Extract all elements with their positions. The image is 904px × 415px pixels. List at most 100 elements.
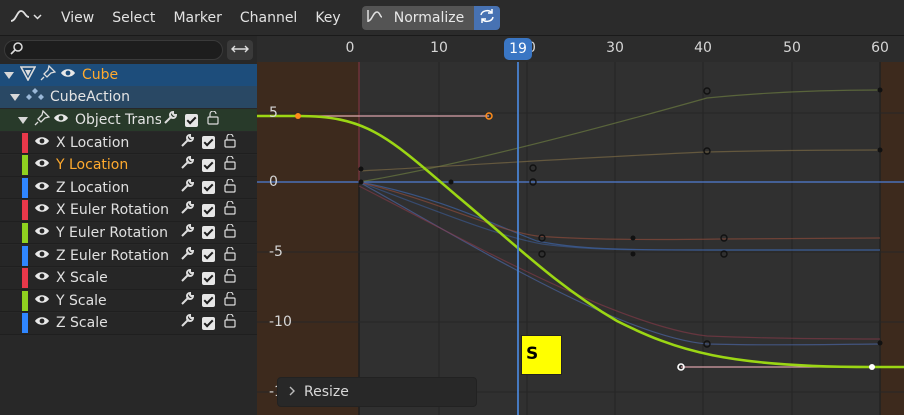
channel-action[interactable]: CubeAction [0, 86, 257, 108]
editor-type-selector[interactable] [4, 5, 46, 31]
channel-region: Cube CubeAction Object Transf X Location… [0, 36, 257, 415]
eye-icon[interactable] [34, 225, 50, 241]
mute-checkbox[interactable] [202, 271, 215, 285]
mute-checkbox[interactable] [202, 203, 215, 217]
lock-icon[interactable] [223, 132, 237, 152]
keyframe-point [630, 251, 636, 257]
wrench-icon[interactable] [180, 269, 195, 287]
expand-triangle-icon[interactable] [18, 116, 28, 124]
expand-triangle-icon[interactable] [4, 71, 14, 79]
keyframe-point [877, 340, 883, 346]
eye-icon[interactable] [34, 270, 50, 286]
normalize-refresh-button[interactable] [474, 5, 501, 30]
wrench-icon[interactable] [163, 110, 178, 129]
channel-row[interactable]: Z Location [0, 177, 257, 200]
frame-label-50: 50 [783, 40, 801, 56]
normalize-icon [366, 8, 384, 28]
channel-label: Z Scale [56, 315, 108, 332]
lock-icon[interactable] [223, 245, 237, 265]
menu-select[interactable]: Select [103, 0, 164, 36]
eye-icon[interactable] [34, 315, 50, 331]
chevron-down-icon [32, 10, 42, 25]
menu-channel[interactable]: Channel [231, 0, 306, 36]
channel-object-cube[interactable]: Cube [0, 64, 257, 86]
channel-row[interactable]: Z Euler Rotation [0, 245, 257, 267]
pin-icon[interactable] [34, 109, 51, 130]
wrench-icon[interactable] [180, 223, 195, 242]
wrench-icon[interactable] [180, 178, 195, 197]
object-label: Cube [82, 67, 119, 83]
graph-editor-icon [9, 8, 31, 28]
channel-row[interactable]: Y Location [0, 154, 257, 177]
keyframe-point [630, 235, 636, 241]
swap-filter-button[interactable] [227, 40, 253, 60]
chevron-right-icon [288, 384, 296, 400]
pin-icon[interactable] [40, 64, 57, 85]
wrench-icon[interactable] [180, 246, 195, 265]
value-label-5: 5 [269, 105, 278, 121]
eye-icon[interactable] [60, 67, 76, 83]
graph-canvas[interactable] [257, 36, 904, 415]
mute-checkbox[interactable] [202, 226, 215, 240]
lock-icon[interactable] [223, 155, 237, 174]
menu-view[interactable]: View [52, 0, 103, 36]
channel-label: Z Euler Rotation [56, 247, 170, 264]
channel-row[interactable]: X Scale [0, 267, 257, 290]
wrench-icon[interactable] [180, 314, 195, 332]
mute-checkbox[interactable] [202, 181, 215, 195]
channel-search-input[interactable] [4, 40, 223, 60]
menu-key[interactable]: Key [306, 0, 349, 36]
lock-icon[interactable] [223, 313, 237, 332]
group-label: Object Transf [75, 112, 161, 128]
keyframe-point [358, 179, 364, 185]
mute-checkbox[interactable] [202, 158, 215, 172]
wrench-icon[interactable] [180, 156, 195, 174]
lock-icon[interactable] [223, 223, 237, 242]
channel-row[interactable]: Y Euler Rotation [0, 222, 257, 245]
channel-row[interactable]: Y Scale [0, 290, 257, 313]
wrench-icon[interactable] [180, 133, 195, 152]
wrench-icon[interactable] [180, 291, 195, 310]
menu-marker[interactable]: Marker [164, 0, 230, 36]
channel-color-bar [22, 200, 28, 221]
handle-point [720, 234, 728, 242]
wrench-icon[interactable] [180, 201, 195, 219]
mute-checkbox[interactable] [202, 136, 215, 149]
frame-ruler[interactable]: 0 10 20 30 40 50 60 19 [257, 36, 904, 62]
current-frame-indicator[interactable]: 19 [504, 38, 532, 60]
lock-icon[interactable] [223, 200, 237, 219]
lock-icon[interactable] [223, 178, 237, 197]
expand-triangle-icon[interactable] [10, 93, 20, 101]
operator-panel-resize[interactable]: Resize [277, 377, 477, 407]
mute-checkbox[interactable] [185, 113, 198, 127]
frame-label-40: 40 [694, 40, 712, 56]
handle-point [529, 164, 537, 172]
mute-checkbox[interactable] [202, 294, 215, 308]
eye-icon[interactable] [34, 157, 50, 173]
eye-icon[interactable] [34, 293, 50, 309]
mute-checkbox[interactable] [202, 316, 215, 330]
eye-icon[interactable] [34, 135, 50, 151]
keyframe-point [358, 166, 364, 172]
channel-group-object-transforms[interactable]: Object Transf [0, 109, 257, 131]
value-label-0: 0 [269, 174, 278, 190]
out-of-range-right [880, 62, 904, 415]
channel-row[interactable]: X Location [0, 132, 257, 154]
eye-icon[interactable] [34, 202, 50, 218]
lock-icon[interactable] [223, 291, 237, 310]
channel-row[interactable]: Z Scale [0, 312, 257, 335]
frame-label-60: 60 [871, 40, 889, 56]
graph-region[interactable]: 0 10 20 30 40 50 60 19 5 0 -5 -10 -1 S R… [257, 36, 904, 415]
eye-icon[interactable] [34, 248, 50, 264]
channel-label: X Scale [56, 270, 108, 287]
lock-icon[interactable] [206, 110, 220, 129]
normalize-toggle[interactable]: Normalize [361, 5, 475, 30]
graph-editor-header: View Select Marker Channel Key Normalize [0, 0, 904, 36]
eye-icon[interactable] [53, 112, 69, 128]
key-press-indicator: S [521, 335, 562, 375]
mute-checkbox[interactable] [202, 249, 215, 262]
lock-icon[interactable] [223, 268, 237, 287]
eye-icon[interactable] [34, 180, 50, 196]
channel-label: Y Location [56, 157, 129, 174]
channel-row[interactable]: X Euler Rotation [0, 199, 257, 222]
